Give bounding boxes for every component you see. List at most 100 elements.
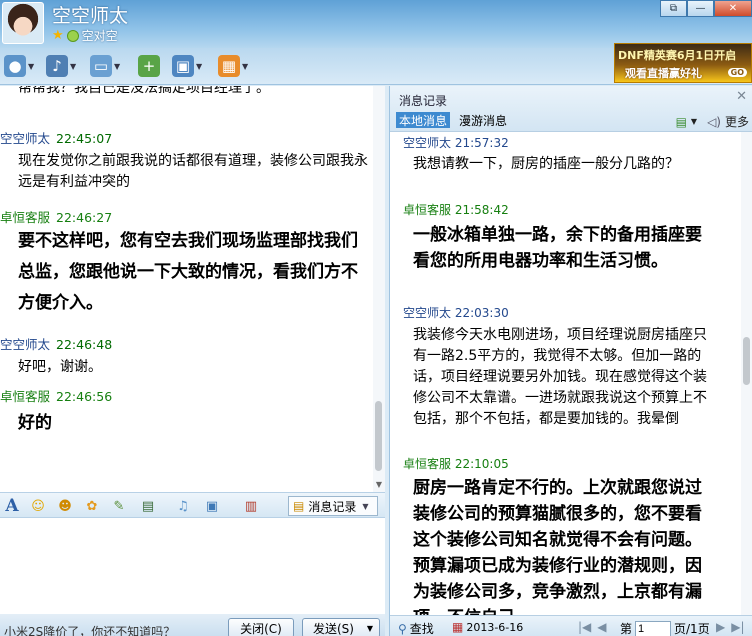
ad-tip-link[interactable]: 小米2S降价了，你还不知道吗？: [4, 623, 175, 636]
chat-message: 卓恒客服 22:46:27 要不这样吧，您有空去我们现场监理部找我们总监，您跟他说…: [0, 207, 370, 319]
history-label: 消息记录: [308, 499, 357, 514]
magic-emoji-icon[interactable]: ✿: [83, 497, 101, 515]
search-icon: ⚲: [398, 621, 407, 636]
message-header: 卓恒客服 22:46:56: [0, 386, 370, 405]
message-history-button[interactable]: ▤ 消息记录 ▼: [288, 496, 378, 516]
scroll-down-icon[interactable]: ▼: [373, 480, 385, 492]
history-header: 消息记录 ✕ 本地消息 漫游消息 ▤ ▼ ◁) 更多: [390, 86, 752, 132]
message-add-icon: +: [138, 55, 160, 77]
history-panel: 消息记录 ✕ 本地消息 漫游消息 ▤ ▼ ◁) 更多 空空师太 21:57:32 …: [389, 86, 752, 636]
next-page-icon[interactable]: ▶: [716, 620, 725, 634]
message-time: 22:45:07: [56, 131, 113, 146]
camera-icon: ●: [4, 55, 26, 77]
star-icon: ★: [52, 28, 64, 43]
history-scrollbar[interactable]: [741, 132, 752, 615]
date-picker[interactable]: ▦ 2013-6-16: [452, 620, 523, 634]
monitor-icon: ▣: [172, 55, 194, 77]
restore-button[interactable]: ⧉: [660, 0, 687, 17]
message-input[interactable]: [0, 518, 385, 614]
window-controls: ⧉ — ✕: [660, 0, 752, 17]
input-toolbar: A ☺ ☻ ✿ ✎ ▤ ♫ ▣ ▥ ▤ 消息记录 ▼: [0, 492, 385, 518]
page-suffix: 页/1页: [674, 622, 710, 636]
page-prefix: 第: [620, 622, 633, 636]
scrollbar-thumb[interactable]: [743, 337, 750, 385]
close-icon[interactable]: ✕: [736, 89, 747, 104]
close-window-button[interactable]: ✕: [714, 0, 752, 17]
sender-name: 卓恒客服: [0, 389, 51, 404]
apps-grid-icon: ▦: [218, 55, 240, 77]
chevron-down-icon: ▼: [362, 501, 369, 511]
chat-message: 卓恒客服 22:46:56 好的: [0, 386, 370, 439]
send-button[interactable]: 发送(S) ▼: [302, 618, 380, 636]
speaker-icon[interactable]: ◁): [707, 115, 721, 129]
message-text: 帮帮我？我自己是没法搞定项目经理了。: [18, 86, 270, 96]
message-text: 现在发觉你之前跟我说的话都很有道理，装修公司跟我永远是有利益冲突的: [18, 153, 368, 190]
search-button[interactable]: ⚲ 查找: [398, 620, 434, 636]
remote-assist-button[interactable]: ▣ ▼: [172, 54, 202, 78]
chevron-down-icon[interactable]: ▼: [367, 624, 373, 633]
video-call-button[interactable]: ● ▼: [4, 54, 34, 78]
sender-name: 空空师太: [403, 136, 452, 150]
screenshot-icon[interactable]: ▣: [203, 497, 221, 515]
message-time: 22:46:56: [56, 389, 113, 404]
message-manager-icon[interactable]: ▤: [676, 115, 687, 129]
apps-button[interactable]: ▦ ▼: [218, 54, 248, 78]
history-title: 消息记录: [399, 94, 448, 108]
tab-local-messages[interactable]: 本地消息: [396, 112, 451, 128]
image-icon[interactable]: ▤: [139, 497, 157, 515]
history-tools: ▤ ▼ ◁) 更多: [676, 113, 749, 130]
last-page-icon[interactable]: ▶|: [731, 620, 744, 634]
first-page-icon[interactable]: |◀: [578, 620, 591, 634]
music-icon[interactable]: ♫: [174, 497, 192, 515]
send-label: 发送(S): [313, 621, 354, 636]
prev-page-icon[interactable]: ◀: [597, 620, 606, 634]
online-status-icon: [66, 29, 79, 42]
chevron-down-icon[interactable]: ▼: [691, 117, 697, 126]
avatar[interactable]: [2, 2, 44, 44]
message-time: 22:03:30: [454, 306, 509, 320]
message-time: 22:10:05: [454, 457, 509, 471]
gift-icon[interactable]: ▥: [242, 497, 260, 515]
page-nav-next: ▶ ▶|: [716, 620, 745, 634]
history-message-header: 卓恒客服 22:10:05: [403, 455, 509, 472]
font-icon[interactable]: A: [3, 496, 21, 516]
chat-message-area[interactable]: 帮帮我？我自己是没法搞定项目经理了。 空空师太 22:45:07 现在发觉你之前跟…: [0, 86, 385, 492]
page-nav: |◀ ◀: [578, 620, 607, 634]
chevron-down-icon: ▼: [70, 61, 77, 71]
history-icon: ▤: [293, 499, 305, 513]
calendar-icon: ▦: [452, 620, 464, 634]
emoji-icon[interactable]: ☺: [29, 497, 47, 515]
message-time: 21:57:32: [454, 136, 509, 150]
message-header: 空空师太 22:45:07: [0, 128, 370, 147]
minimize-button[interactable]: —: [687, 0, 714, 17]
history-message-header: 卓恒客服 21:58:42: [403, 201, 509, 218]
sender-name: 空空师太: [403, 306, 452, 320]
ad-go-button[interactable]: GO: [727, 68, 747, 77]
history-message-list[interactable]: 空空师太 21:57:32 我想请教一下，厨房的插座一般分几路的？ 卓恒客服 2…: [390, 132, 740, 615]
message-button[interactable]: +: [138, 54, 160, 78]
page-input[interactable]: [635, 620, 672, 636]
chat-scrollbar[interactable]: ▼: [373, 86, 385, 492]
more-link[interactable]: 更多: [725, 113, 749, 130]
voice-call-button[interactable]: ♪ ▼: [46, 54, 76, 78]
ad-subline: 观看直播赢好礼: [625, 67, 702, 80]
send-file-button[interactable]: ▭ ▼: [90, 54, 120, 78]
microphone-icon: ♪: [46, 55, 68, 77]
ad-banner[interactable]: DNF精英赛6月1日开启 观看直播赢好礼 GO: [614, 43, 752, 83]
history-message-header: 空空师太 21:57:32: [403, 134, 509, 151]
message-time: 22:46:27: [56, 210, 113, 225]
message-text: 好的: [18, 413, 52, 433]
sender-name: 空空师太: [0, 131, 51, 146]
tab-roaming-messages[interactable]: 漫游消息: [456, 112, 510, 128]
message-header: 卓恒客服 22:46:27: [0, 207, 370, 226]
history-message-text: 我想请教一下，厨房的插座一般分几路的？: [413, 156, 679, 172]
contact-signature: 空对空: [81, 29, 118, 43]
vip-emoji-icon[interactable]: ☻: [56, 497, 74, 515]
close-button[interactable]: 关闭(C): [228, 618, 294, 636]
chevron-down-icon: ▼: [196, 61, 203, 71]
chat-message: 空空师太 22:46:48 好吧，谢谢。: [0, 334, 370, 378]
shake-icon[interactable]: ✎: [110, 497, 128, 515]
history-footer: ⚲ 查找 ▦ 2013-6-16 |◀ ◀ 第 页/1页 ▶ ▶|: [390, 615, 752, 636]
scrollbar-thumb[interactable]: [375, 401, 382, 471]
history-message-text: 厨房一路肯定不行的。上次就跟您说过装修公司的预算猫腻很多的，您不要看这个装修公司…: [413, 478, 702, 615]
